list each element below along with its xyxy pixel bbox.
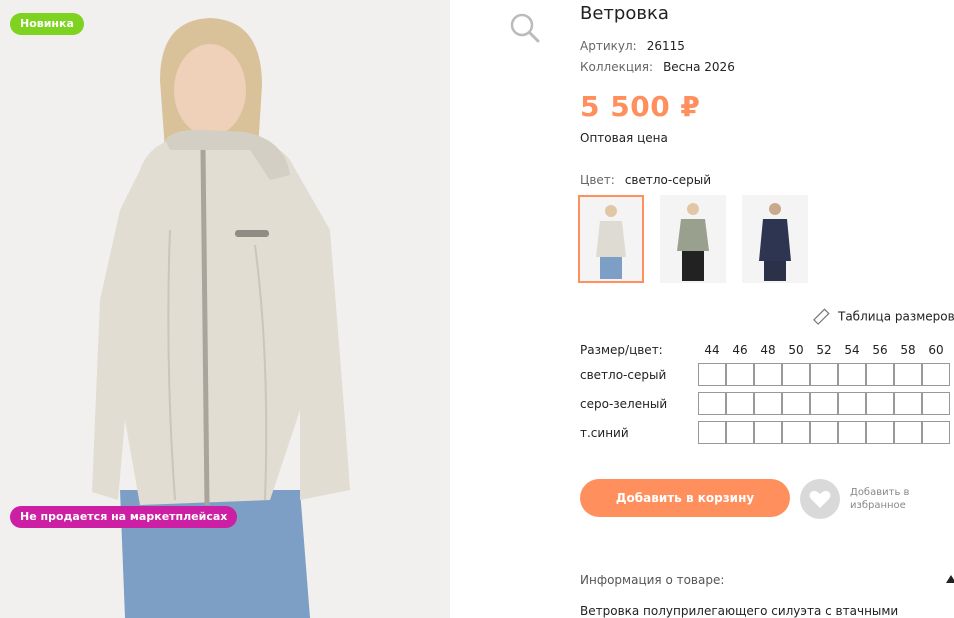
collection-row: Коллекция: Весна 2026 [580,60,735,74]
size-header: 50 [788,343,804,357]
quantity-input-cell[interactable] [782,421,810,444]
quantity-input-cell[interactable] [698,421,726,444]
row-label: т.синий [580,426,629,440]
article-value: 26115 [646,39,685,53]
article-label: Артикул: [580,39,637,53]
size-header: 58 [900,343,916,357]
quantity-input-cell[interactable] [782,363,810,386]
color-thumb[interactable] [660,195,726,283]
quantity-input-cell[interactable] [810,421,838,444]
quantity-input-cell[interactable] [922,421,950,444]
thumb-image [742,195,808,283]
size-header-label: Размер/цвет: [580,343,663,357]
quantity-input-cell[interactable] [894,363,922,386]
size-chart-label: Таблица размеров [838,309,954,324]
size-header: 54 [844,343,860,357]
quantity-input-cell[interactable] [810,363,838,386]
add-to-cart-button[interactable]: Добавить в корзину [580,479,790,517]
color-value: светло-серый [624,173,712,187]
quantity-input-cell[interactable] [922,363,950,386]
size-header: 56 [872,343,888,357]
quantity-input-cell[interactable] [810,392,838,415]
color-row: Цвет: светло-серый [580,173,711,187]
size-header: 44 [704,343,720,357]
size-header: 60 [928,343,944,357]
favorite-button[interactable] [800,479,840,519]
color-thumb[interactable] [742,195,808,283]
quantity-input-cell[interactable] [894,421,922,444]
quantity-input-cell[interactable] [754,392,782,415]
quantity-input-cell[interactable] [698,363,726,386]
quantity-input-cell[interactable] [866,421,894,444]
ruler-icon [813,308,830,325]
price: 5 500 ₽ [580,90,701,123]
quantity-input-cell[interactable] [894,392,922,415]
size-header: 48 [760,343,776,357]
new-badge: Новинка [10,13,84,35]
quantity-input-cell[interactable] [726,392,754,415]
thumb-image [660,195,726,283]
collection-label: Коллекция: [580,60,654,74]
favorite-label-line2: избранное [850,500,906,511]
collection-value: Весна 2026 [663,60,735,74]
quantity-input-cell[interactable] [754,363,782,386]
product-title: Ветровка [580,3,669,24]
size-header: 52 [816,343,832,357]
heart-icon [809,490,831,508]
article-row: Артикул: 26115 [580,39,685,53]
quantity-input-cell[interactable] [754,421,782,444]
quantity-input-cell[interactable] [698,392,726,415]
thumb-image [580,197,642,281]
product-description: Ветровка полуприлегающего силуэта с втач… [580,604,899,618]
quantity-input-cell[interactable] [726,421,754,444]
collapse-arrow-icon[interactable] [946,575,954,583]
quantity-input-cell[interactable] [866,363,894,386]
favorite-label-line1: Добавить в [850,487,910,498]
favorite-label[interactable]: Добавить в избранное [850,486,940,512]
row-label: серо-зеленый [580,397,668,411]
size-header: 46 [732,343,748,357]
zoom-icon[interactable] [508,11,542,45]
color-label: Цвет: [580,173,615,187]
quantity-input-cell[interactable] [922,392,950,415]
product-info-toggle[interactable]: Информация о товаре: [580,573,724,587]
quantity-input-cell[interactable] [838,363,866,386]
quantity-input-cell[interactable] [866,392,894,415]
size-chart-link[interactable]: Таблица размеров [812,308,954,326]
quantity-input-cell[interactable] [838,421,866,444]
marketplace-badge: Не продается на маркетплейсах [10,506,238,528]
quantity-input-cell[interactable] [726,363,754,386]
price-note: Оптовая цена [580,131,668,145]
quantity-input-cell[interactable] [782,392,810,415]
color-thumb[interactable] [578,195,644,283]
product-photo[interactable]: Новинка Не продается на маркетплейсах [0,0,450,618]
row-label: светло-серый [580,368,667,382]
quantity-input-cell[interactable] [838,392,866,415]
